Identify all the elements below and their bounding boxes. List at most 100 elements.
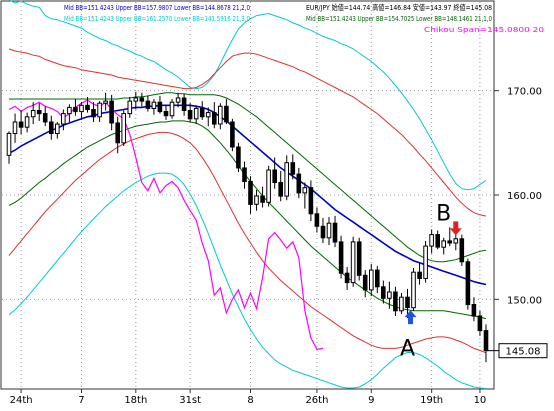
x-tick-label: 19th (420, 395, 443, 406)
candle-body (187, 110, 193, 120)
annotation-label: B (436, 202, 451, 227)
candle-body (302, 187, 308, 194)
x-tick-label: 8 (247, 395, 253, 406)
candle-body (115, 122, 121, 144)
candle-body (61, 113, 66, 125)
candle-body (212, 112, 217, 125)
candle-body (55, 123, 60, 134)
candle-body (169, 101, 175, 117)
legend-line: Chikou Span=145.0800 20 (424, 25, 545, 34)
candle-body (465, 261, 471, 306)
candle-body (423, 245, 428, 279)
candle-body (199, 107, 205, 118)
x-axis-ticks: 24th 7 18th 31st 8 26th 9 19th 10 (10, 389, 486, 406)
last-price-box: 145.08 (498, 343, 548, 359)
candle-body (242, 167, 247, 182)
candle-body (163, 111, 169, 117)
candle-body (236, 146, 241, 169)
candle-body (326, 222, 332, 239)
candle-body (381, 286, 386, 299)
candle-body (284, 162, 289, 197)
candle-body (296, 173, 302, 194)
candle-body (471, 304, 477, 317)
candle-body (338, 241, 344, 274)
candle-body (320, 225, 326, 239)
legend-line: Mid BB=151.4243 Upper BB=154.7025 Lower … (306, 14, 492, 23)
candle-body (483, 330, 489, 352)
candle-body (49, 121, 54, 134)
candle-body (248, 180, 253, 205)
candle-body (30, 110, 36, 118)
candle-body (314, 213, 320, 227)
y-tick-label: 170.00 (507, 87, 542, 98)
candle-body (218, 105, 223, 125)
x-tick-label: 26th (305, 395, 328, 406)
x-tick-label: 24th (10, 395, 33, 406)
legend-line: Mid BB=151.4243 Upper BB=157.9807 Lower … (64, 3, 250, 12)
annotation-label: A (400, 336, 415, 361)
candle-body (429, 234, 434, 247)
candle-body (290, 162, 296, 175)
candle-body (127, 100, 133, 115)
candle-body (36, 110, 42, 115)
candle-body (393, 291, 398, 312)
candle-body (97, 102, 102, 118)
candle-body (181, 97, 187, 111)
candle-body (399, 296, 404, 312)
candle-body (139, 97, 145, 102)
candle-body (121, 113, 127, 144)
candle-body (405, 296, 410, 309)
x-tick-label: 9 (368, 395, 374, 406)
candle-body (175, 97, 181, 103)
candle-body (278, 182, 283, 197)
candle-body (459, 238, 465, 263)
candle-body (224, 105, 229, 123)
candle-body (12, 121, 18, 134)
x-tick-label: 7 (78, 395, 84, 406)
candle-body (103, 100, 108, 104)
candle-body (67, 106, 72, 115)
candle-body (109, 100, 114, 124)
candle-body (24, 116, 30, 128)
candle-body (230, 121, 235, 148)
candle-body (151, 101, 157, 109)
candle-body (272, 169, 277, 183)
candle-body (375, 269, 380, 288)
candle-body (254, 195, 259, 205)
candle-body (447, 240, 452, 244)
y-tick-label: 150.00 (507, 295, 542, 306)
candle-body (362, 274, 368, 291)
candle-body (411, 271, 416, 309)
candle-body (441, 240, 446, 248)
candle-body (85, 104, 90, 111)
legend-line: EUR/JPY 始値=144.74 高値=146.84 安値=143.97 終値… (306, 3, 492, 12)
candle-body (145, 100, 151, 109)
last-price-label: 145.08 (506, 347, 541, 358)
candle-body (73, 106, 78, 113)
candle-body (477, 315, 483, 332)
candle-body (435, 234, 440, 248)
candle-body (133, 97, 139, 102)
x-tick-label: 18th (124, 395, 147, 406)
candle-body (91, 109, 96, 118)
candle-body (344, 272, 350, 284)
candle-body (417, 271, 422, 280)
candle-body (6, 132, 12, 156)
candle-body (266, 169, 271, 203)
candle-body (193, 107, 199, 120)
legend-line: Mid BB=151.4243 Upper BB=161.2570 Lower … (64, 14, 250, 23)
candle-body (205, 112, 211, 118)
candle-body (350, 241, 356, 284)
x-tick-label: 31st (179, 395, 201, 406)
candle-body (79, 104, 84, 113)
candle-body (157, 101, 163, 113)
candle-body (42, 113, 48, 123)
candle-body (18, 121, 24, 128)
candle-body (387, 291, 392, 299)
candle-body (308, 187, 314, 215)
chart-container: A B Mid BB=151.4243 Upper BB=157.9807 Low… (0, 0, 554, 407)
candle-body (260, 195, 265, 203)
candle-body (356, 241, 362, 276)
chart-svg: A B Mid BB=151.4243 Upper BB=157.9807 Low… (0, 0, 548, 406)
y-tick-label: 160.00 (507, 191, 542, 202)
